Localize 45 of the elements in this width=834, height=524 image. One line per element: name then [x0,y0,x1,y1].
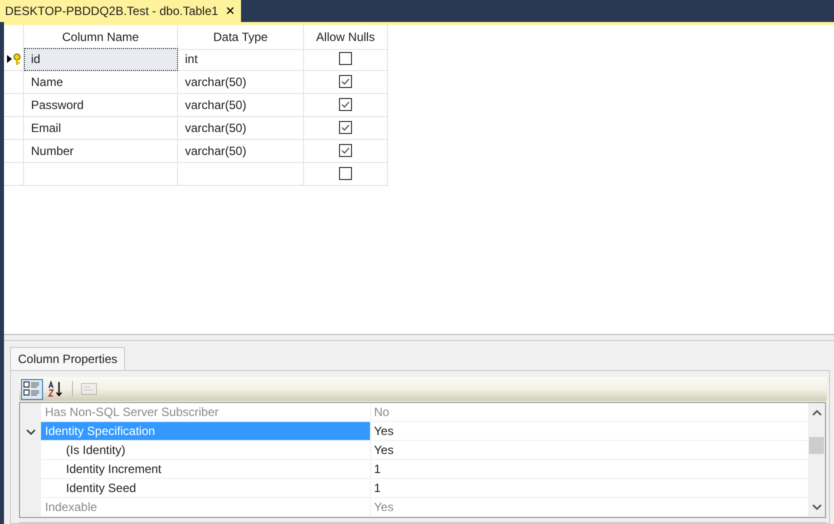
checkbox[interactable] [339,167,352,180]
column-header[interactable]: Data Type [178,24,304,50]
table-cell[interactable]: id [24,48,178,71]
property-value[interactable]: Yes [371,422,808,441]
scroll-down-icon[interactable] [812,503,822,511]
table-cell[interactable] [304,70,388,94]
property-value[interactable]: 1 [371,479,808,498]
table-cell[interactable]: varchar(50) [178,70,304,94]
table-cell[interactable]: Name [24,70,178,94]
property-name[interactable]: Identity Increment [41,460,371,479]
document-tab[interactable]: DESKTOP-PBDDQ2B.Test - dbo.Table1 ✕ [0,0,242,22]
properties-tab[interactable]: Column Properties [10,347,126,370]
checkbox[interactable] [339,121,352,134]
row-gutter [20,498,41,517]
table-cell[interactable]: varchar(50) [178,94,304,117]
table-cell[interactable] [304,94,388,117]
checkbox[interactable] [339,144,352,158]
property-value[interactable]: Yes [371,441,808,460]
table-cell[interactable]: Number [24,140,178,163]
scrollbar[interactable] [808,403,825,517]
scroll-thumb[interactable] [809,437,824,454]
table-cell[interactable]: int [178,48,304,71]
table-cell[interactable] [178,162,304,186]
document-tab-title: DESKTOP-PBDDQ2B.Test - dbo.Table1 [5,4,218,18]
table-cell[interactable]: Email [24,116,178,140]
property-value[interactable]: 1 [371,460,808,479]
column-header[interactable]: Allow Nulls [304,24,388,50]
table-cell[interactable]: varchar(50) [178,116,304,140]
checkbox[interactable] [339,52,352,66]
property-name[interactable]: Identity Seed [41,479,371,498]
table-cell[interactable] [304,140,388,163]
chevron-icon[interactable] [26,428,36,436]
table-cell[interactable]: Password [24,94,178,117]
table-cell[interactable]: varchar(50) [178,140,304,163]
categorized-icon[interactable] [21,378,43,400]
table-cell[interactable] [304,162,388,186]
row-header[interactable] [4,48,24,71]
table-cell[interactable] [24,162,178,186]
checkbox[interactable] [339,75,352,88]
property-name[interactable]: (Is Identity) [41,441,371,460]
scroll-up-icon[interactable] [812,409,822,417]
table-cell[interactable] [304,48,388,71]
table-cell[interactable] [304,116,388,140]
key-icon [6,52,22,65]
checkbox[interactable] [339,98,352,112]
